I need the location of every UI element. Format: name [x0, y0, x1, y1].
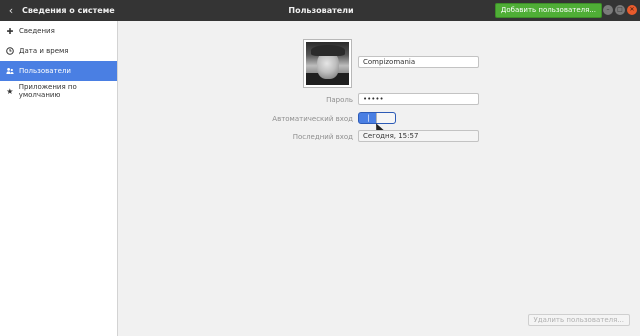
sidebar-title: Сведения о системе: [22, 6, 115, 15]
password-label: Пароль: [326, 96, 353, 104]
sidebar-item-default-apps[interactable]: ★ Приложения по умолчанию: [0, 81, 117, 101]
sidebar-item-label: Дата и время: [19, 47, 69, 55]
last-login-value[interactable]: Сегодня, 15:57: [358, 130, 479, 142]
maximize-button[interactable]: □: [615, 5, 625, 15]
clock-icon: [6, 47, 14, 55]
sidebar-item-label: Сведения: [19, 27, 55, 35]
username-field[interactable]: Compizomania: [358, 56, 479, 68]
users-icon: [6, 67, 14, 75]
sidebar-item-label: Приложения по умолчанию: [18, 83, 77, 99]
sidebar-item-label: Пользователи: [19, 67, 71, 75]
close-icon: ✕: [629, 6, 635, 13]
sidebar-item-date-time[interactable]: Дата и время: [0, 41, 117, 61]
autologin-label: Автоматический вход: [272, 115, 353, 123]
close-button[interactable]: ✕: [627, 5, 637, 15]
plus-icon: ✚: [6, 26, 14, 36]
avatar: [306, 42, 349, 85]
back-button[interactable]: ‹: [0, 0, 22, 21]
last-login-label: Последний вход: [292, 133, 353, 141]
user-avatar-button[interactable]: [303, 39, 352, 88]
remove-user-button[interactable]: Удалить пользователя...: [527, 314, 630, 326]
window-controls: – □ ✕: [603, 5, 637, 15]
header-bar: ‹ Сведения о системе Пользователи Добави…: [0, 0, 640, 21]
sidebar: ✚ Сведения Дата и время Пользователи ★ П…: [0, 21, 118, 336]
chevron-left-icon: ‹: [8, 4, 14, 17]
star-icon: ★: [6, 86, 14, 96]
add-user-button[interactable]: Добавить пользователя...: [494, 3, 602, 18]
minimize-button[interactable]: –: [603, 5, 613, 15]
sidebar-item-details[interactable]: ✚ Сведения: [0, 21, 117, 41]
maximize-icon: □: [617, 6, 623, 13]
password-field[interactable]: •••••: [358, 93, 479, 105]
page-title: Пользователи: [288, 6, 354, 15]
minimize-icon: –: [606, 6, 610, 13]
sidebar-item-users[interactable]: Пользователи: [0, 61, 117, 81]
